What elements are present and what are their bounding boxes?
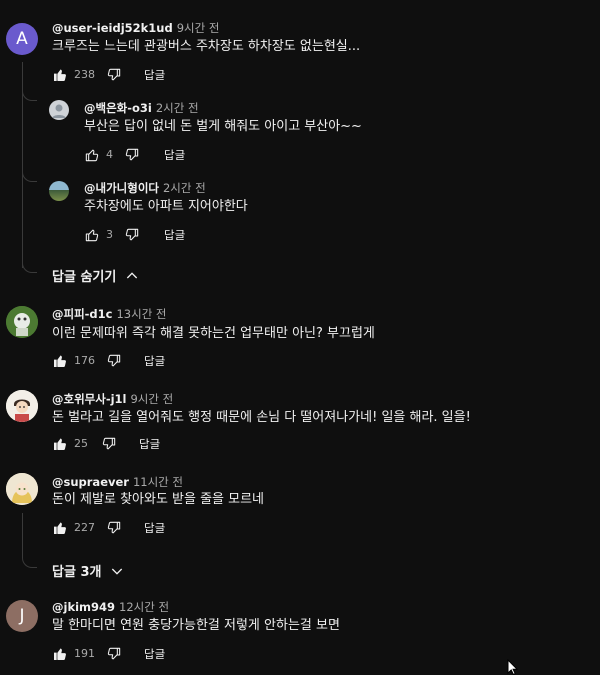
thread-connector <box>22 167 37 182</box>
author-handle[interactable]: @supraever <box>52 475 129 489</box>
reply-button[interactable]: 답글 <box>144 646 165 662</box>
like-button[interactable] <box>84 227 100 243</box>
like-count: 238 <box>74 68 95 81</box>
thread-line <box>22 513 23 555</box>
author-handle[interactable]: @피피-d1c <box>52 307 112 321</box>
dislike-button[interactable] <box>106 646 122 662</box>
timestamp[interactable]: 2시간 전 <box>163 181 206 195</box>
avatar[interactable]: A <box>6 23 38 55</box>
comment-thread: A @user-ieidj52k1ud 9시간 전 크루즈는 느는데 관광버스 주… <box>0 0 600 290</box>
dislike-button[interactable] <box>124 147 140 163</box>
reply-text: 주차장에도 아파트 지어야한다 <box>84 199 248 214</box>
chevron-down-icon <box>109 563 125 579</box>
avatar[interactable] <box>6 390 38 422</box>
comment-text: 크루즈는 느는데 관광버스 주차장도 하차장도 없는현실... <box>52 39 361 54</box>
like-button[interactable] <box>52 646 68 662</box>
author-handle[interactable]: @백은화-o3i <box>84 101 152 115</box>
comment-text: 이런 문제따위 즉각 해결 못하는건 업무태만 아닌? 부끄럽게 <box>52 326 375 341</box>
timestamp[interactable]: 12시간 전 <box>119 600 169 614</box>
like-count: 3 <box>106 228 113 241</box>
comment-header: @supraever 11시간 전 <box>52 474 183 490</box>
like-count: 4 <box>106 148 113 161</box>
like-button[interactable] <box>52 67 68 83</box>
reply-header: @내가니형이다 2시간 전 <box>84 180 206 196</box>
dislike-button[interactable] <box>101 436 117 452</box>
author-handle[interactable]: @호위무사-j1l <box>52 392 126 406</box>
mouse-pointer-icon <box>507 659 519 675</box>
thread-connector <box>22 258 37 273</box>
author-handle[interactable]: @user-ieidj52k1ud <box>52 21 173 35</box>
dislike-button[interactable] <box>106 67 122 83</box>
reply-button[interactable]: 답글 <box>144 520 165 536</box>
like-count: 176 <box>74 354 95 367</box>
author-handle[interactable]: @jkim949 <box>52 600 115 614</box>
reply-button[interactable]: 답글 <box>144 353 165 369</box>
like-button[interactable] <box>52 520 68 536</box>
reply-button[interactable]: 답글 <box>164 147 185 163</box>
avatar-image <box>6 306 38 338</box>
like-button[interactable] <box>52 436 68 452</box>
avatar[interactable] <box>6 473 38 505</box>
like-button[interactable] <box>84 147 100 163</box>
timestamp[interactable]: 9시간 전 <box>130 392 173 406</box>
like-count: 191 <box>74 647 95 660</box>
reply-button[interactable]: 답글 <box>144 67 165 83</box>
comment-text: 돈 벌라고 길을 열어줘도 행정 때문에 손님 다 떨어져나가네! 일을 해라.… <box>52 410 471 425</box>
avatar[interactable] <box>49 100 69 120</box>
dislike-button[interactable] <box>106 520 122 536</box>
timestamp[interactable]: 13시간 전 <box>116 307 166 321</box>
hide-replies-button[interactable]: 답글 숨기기 <box>52 266 140 285</box>
timestamp[interactable]: 11시간 전 <box>133 475 183 489</box>
default-user-icon <box>52 104 66 118</box>
like-count: 25 <box>74 437 88 450</box>
avatar[interactable]: J <box>6 600 38 632</box>
timestamp[interactable]: 2시간 전 <box>156 101 199 115</box>
comment-header: @user-ieidj52k1ud 9시간 전 <box>52 20 219 36</box>
like-count: 227 <box>74 521 95 534</box>
avatar[interactable] <box>49 181 69 201</box>
dislike-button[interactable] <box>124 227 140 243</box>
reply-header: @백은화-o3i 2시간 전 <box>84 100 199 116</box>
author-handle[interactable]: @내가니형이다 <box>84 181 159 195</box>
dislike-button[interactable] <box>106 353 122 369</box>
chevron-up-icon <box>124 268 140 284</box>
avatar-image <box>6 390 38 422</box>
comment-header: @피피-d1c 13시간 전 <box>52 306 167 322</box>
timestamp[interactable]: 9시간 전 <box>177 21 220 35</box>
thread-connector <box>22 553 37 568</box>
show-replies-button[interactable]: 답글 3개 <box>52 561 125 580</box>
comment-header: @jkim949 12시간 전 <box>52 599 169 615</box>
reply-button[interactable]: 답글 <box>139 436 160 452</box>
thread-connector <box>22 86 37 101</box>
reply-text: 부산은 답이 없네 돈 벌게 해줘도 아이고 부산아~~ <box>84 119 362 134</box>
reply-button[interactable]: 답글 <box>164 227 185 243</box>
comment-text: 돈이 제발로 찾아와도 받을 줄을 모르네 <box>52 492 265 507</box>
avatar[interactable] <box>6 306 38 338</box>
comment-header: @호위무사-j1l 9시간 전 <box>52 391 173 407</box>
avatar-image <box>6 473 38 505</box>
comment-text: 말 한마디면 연원 충당가능한걸 저렇게 안하는걸 보면 <box>52 618 340 633</box>
like-button[interactable] <box>52 353 68 369</box>
